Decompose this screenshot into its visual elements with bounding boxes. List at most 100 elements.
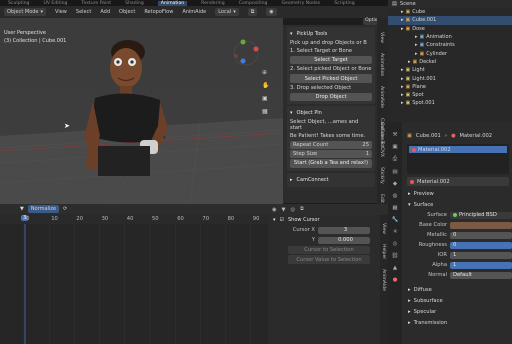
normalize-toggle[interactable]: Normalize — [27, 205, 60, 213]
disclosure-icon[interactable]: ▸ — [415, 34, 418, 40]
workspace-tab[interactable]: UV Editing — [43, 1, 67, 6]
filter-icon[interactable]: ▼ — [282, 207, 286, 213]
collapse-icon[interactable]: ▾ — [290, 31, 293, 37]
render-tab-icon[interactable]: ▣ — [392, 144, 397, 150]
outliner-item[interactable]: ▸ ▣ Light.001 — [388, 74, 512, 82]
select-picked-object-button[interactable]: Select Picked Object — [290, 74, 372, 83]
collapse-icon[interactable]: ▾ — [290, 110, 293, 116]
eye-icon[interactable]: ◉ — [272, 207, 277, 213]
step-size-field[interactable]: Step Size 1 — [290, 150, 372, 159]
collapse-icon[interactable]: ▸ — [290, 177, 293, 183]
menu-object[interactable]: Object — [119, 9, 135, 15]
collapse-icon[interactable]: ▾ — [273, 217, 276, 223]
3d-viewport[interactable]: User Perspective (3) Collection | Cube.0… — [0, 18, 283, 204]
menu-retopoflow[interactable]: RetopoFlow — [144, 9, 173, 15]
surface-section[interactable]: ▾ Surface — [404, 199, 512, 210]
sidebar-tab[interactable]: Edit — [379, 194, 384, 203]
workspace-tab[interactable]: Scripting — [334, 1, 354, 6]
sidebar-tab[interactable]: View — [379, 32, 384, 43]
material-slot-list[interactable]: Material.002 — [407, 144, 509, 174]
zoom-icon[interactable]: ⊕ — [262, 69, 269, 76]
world-tab-icon[interactable]: ◍ — [393, 193, 398, 199]
disclosure-icon[interactable]: ▸ — [401, 17, 404, 23]
physics-tab-icon[interactable]: ◎ — [393, 241, 398, 247]
sidebar-tab[interactable]: Animation — [379, 53, 384, 76]
menu-animaide[interactable]: AnimAide — [182, 9, 206, 15]
outliner-item[interactable]: ▸ ▣ Dose — [388, 25, 512, 33]
modifier-tab-icon[interactable]: 🔧 — [392, 217, 399, 223]
sidebar-tab[interactable]: Stickify — [379, 167, 384, 184]
overlay-icon[interactable]: ◉ — [266, 8, 277, 16]
snap-icon[interactable]: ⧉ — [300, 206, 304, 213]
preview-section[interactable]: ▸ Preview — [404, 188, 512, 199]
scene-tab-icon[interactable]: ◆ — [393, 181, 397, 187]
camera-icon[interactable]: ▣ — [262, 95, 269, 102]
outliner-item[interactable]: ▸ ▣ Cylinder — [388, 49, 512, 57]
outliner-item[interactable]: ▸ ▣ Constraints — [388, 41, 512, 49]
disclosure-icon[interactable]: ▸ — [401, 76, 404, 82]
grid-icon[interactable]: ▦ — [262, 108, 269, 115]
material-selector[interactable]: Material.002 — [407, 177, 509, 186]
material-tab-icon[interactable]: ● — [393, 277, 398, 283]
tool-tab-icon[interactable]: ⚒ — [393, 132, 398, 138]
collapsed-section[interactable]: ▸ Specular — [404, 306, 512, 317]
timeline-editor[interactable]: ▼ Normalize ⟳ 3 0 10 20 30 40 50 60 70 80 90 — [0, 204, 268, 344]
workspace-tab[interactable]: Geometry Nodes — [281, 1, 320, 6]
view-layer-tab-icon[interactable]: ▤ — [392, 169, 397, 175]
outliner-item[interactable]: ▸ ▣ Animation — [388, 33, 512, 41]
transform-orientation[interactable]: Local ▾ — [215, 8, 239, 16]
repeat-count-field[interactable]: Repeat Count 25 — [290, 141, 372, 150]
sidebar-tab[interactable]: View — [381, 223, 386, 234]
disclosure-icon[interactable]: ▸ — [401, 67, 404, 73]
constraints-tab-icon[interactable]: ⛓ — [392, 253, 399, 259]
proportional-icon[interactable]: ◎ — [291, 207, 296, 213]
outliner-item[interactable]: ▸ ▣ Plane — [388, 83, 512, 91]
menu-select[interactable]: Select — [76, 9, 91, 15]
menu-add[interactable]: Add — [100, 9, 110, 15]
workspace-tab[interactable]: Sculpting — [8, 1, 29, 6]
surface-field[interactable]: Surface Principled BSD — [404, 210, 512, 220]
menu-view[interactable]: View — [55, 9, 67, 15]
show-cursor-checkbox[interactable]: ☑ — [280, 217, 284, 223]
disclosure-icon[interactable]: ▸ — [408, 59, 411, 65]
collapsed-section[interactable]: ▸ Transmission — [404, 317, 512, 328]
disclosure-icon[interactable]: ▸ — [401, 26, 404, 32]
sidebar-tab[interactable]: AnimAide — [381, 269, 386, 291]
sidebar-tab[interactable]: AnimAide — [379, 86, 384, 108]
outliner-item[interactable]: ▸ ▣ Light — [388, 66, 512, 74]
disclosure-icon[interactable]: ▸ — [415, 42, 418, 48]
cursor-to-selection-button[interactable]: Cursor to Selection — [288, 246, 370, 255]
outliner-item[interactable]: ▸ ▣ Spot — [388, 91, 512, 99]
disclosure-icon[interactable]: ▸ — [401, 9, 404, 15]
cursor-y-field[interactable]: Y 0.000 — [288, 235, 370, 245]
workspace-tab[interactable]: Compositing — [239, 1, 268, 6]
disclosure-icon[interactable]: ▸ — [401, 100, 404, 106]
shader-field[interactable]: Base Color — [404, 220, 512, 230]
cursor-value-to-selection-button[interactable]: Cursor Value to Selection — [288, 255, 370, 264]
disclosure-icon[interactable]: ▸ — [415, 51, 418, 57]
select-target-button[interactable]: Select Target — [290, 56, 372, 65]
outliner-item[interactable]: ▸ ▣ Deckel — [388, 58, 512, 66]
workspace-tab[interactable]: Rendering — [201, 1, 224, 6]
workspace-tab[interactable]: Shading — [125, 1, 144, 6]
sidebar-tab[interactable]: Collider To DVX — [379, 122, 384, 157]
workspace-tab[interactable]: Texture Paint — [81, 1, 111, 6]
shader-field[interactable]: Alpha 1 — [404, 260, 512, 270]
shader-field[interactable]: Normal Default — [404, 270, 512, 280]
cursor-x-field[interactable]: Cursor X3 — [288, 225, 370, 235]
hand-pan-icon[interactable]: ✋ — [262, 82, 269, 89]
shader-field[interactable]: Roughness 0 — [404, 240, 512, 250]
shader-field[interactable]: Metallic 0 — [404, 230, 512, 240]
material-slot[interactable]: Material.002 — [409, 146, 507, 153]
shader-field[interactable]: IOR 1 — [404, 250, 512, 260]
object-tab-icon[interactable]: ▦ — [392, 205, 397, 211]
filter-icon[interactable]: ▼ — [20, 206, 24, 212]
collapsed-section[interactable]: ▸ Subsurface — [404, 295, 512, 306]
particles-tab-icon[interactable]: ✳ — [393, 229, 398, 235]
disclosure-icon[interactable]: ▸ — [401, 92, 404, 98]
workspace-tab[interactable]: Animation — [157, 0, 188, 6]
outliner-item[interactable]: ▸ ▣ Spot.001 — [388, 99, 512, 107]
sidebar-tab[interactable]: Helper — [381, 244, 386, 259]
snap-icon[interactable]: ⧉ — [247, 8, 258, 16]
refresh-icon[interactable]: ⟳ — [63, 206, 67, 212]
